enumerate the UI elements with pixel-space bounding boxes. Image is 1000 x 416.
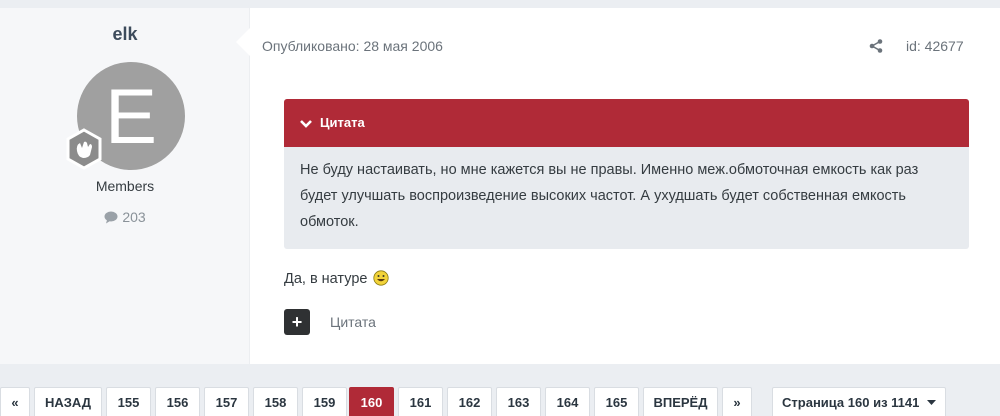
quote-block: Цитата Не буду настаивать, но мне кажетс… — [284, 99, 969, 249]
comment-icon — [104, 211, 118, 224]
share-icon[interactable] — [868, 38, 884, 54]
page-of-label: Страница 160 из 1141 — [782, 395, 920, 410]
page-jump-dropdown[interactable]: Страница 160 из 1141 — [772, 387, 946, 416]
chevron-down-icon — [300, 120, 312, 128]
smiley-icon — [373, 270, 390, 286]
prev-page-button[interactable]: НАЗАД — [34, 387, 102, 416]
page-link[interactable]: 156 — [155, 387, 200, 416]
page-link[interactable]: 158 — [253, 387, 298, 416]
rank-badge-icon — [66, 128, 102, 170]
page-link[interactable]: 162 — [447, 387, 492, 416]
first-page-button[interactable]: « — [0, 387, 30, 416]
last-page-button[interactable]: » — [722, 387, 752, 416]
author-group: Members — [95, 178, 155, 194]
post-date[interactable]: Опубликовано: 28 мая 2006 — [262, 38, 443, 54]
quote-text: Не буду настаивать, но мне кажется вы не… — [300, 162, 919, 230]
page-link[interactable]: 159 — [302, 387, 347, 416]
caret-down-icon — [926, 400, 936, 405]
page-link[interactable]: 155 — [106, 387, 151, 416]
page-link-current[interactable]: 160 — [349, 387, 394, 416]
post-count: 203 — [0, 209, 250, 225]
next-page-button[interactable]: ВПЕРЁД — [643, 387, 718, 416]
post-arrow — [236, 28, 250, 56]
post-id: id: 42677 — [906, 38, 964, 54]
page-link[interactable]: 161 — [398, 387, 443, 416]
author-name[interactable]: elk — [0, 24, 250, 45]
page-link[interactable]: 163 — [496, 387, 541, 416]
quote-button[interactable]: Цитата — [330, 314, 376, 330]
plus-icon[interactable]: + — [284, 309, 310, 335]
page-link[interactable]: 165 — [594, 387, 639, 416]
post-container: elk E Members 203 Опубликовано: 28 мая 2… — [0, 8, 1000, 364]
author-panel: elk E Members 203 — [0, 8, 250, 364]
quote-header[interactable]: Цитата — [284, 99, 969, 147]
post-body: Да, в натуре — [284, 270, 390, 287]
post-count-value: 203 — [122, 209, 146, 225]
quote-title: Цитата — [320, 115, 365, 130]
page-link[interactable]: 164 — [545, 387, 590, 416]
page-link[interactable]: 157 — [204, 387, 249, 416]
post-text: Да, в натуре — [284, 271, 368, 287]
